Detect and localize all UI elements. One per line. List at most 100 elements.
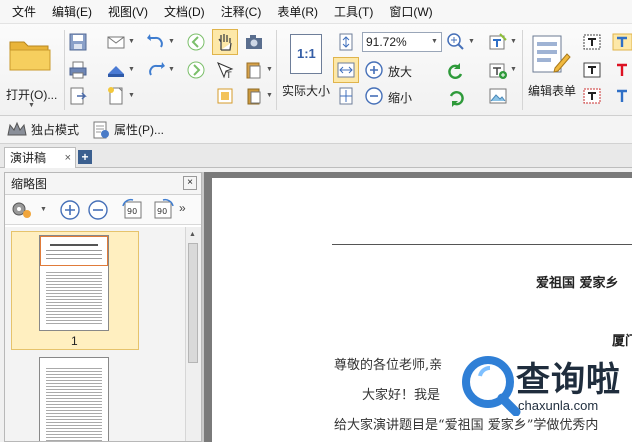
crop-icon[interactable] — [215, 86, 235, 106]
scroll-thumb[interactable] — [188, 243, 198, 363]
svg-text:90: 90 — [127, 207, 137, 216]
rotate-right-90-icon[interactable]: 90 — [151, 198, 175, 222]
rotate-left-90-icon[interactable]: 90 — [121, 198, 145, 222]
email-icon[interactable] — [106, 32, 126, 52]
document-subtitle: 厦门 — [612, 334, 632, 349]
chevron-down-icon[interactable]: ▼ — [128, 92, 135, 99]
fit-page-icon[interactable] — [336, 32, 356, 52]
pane-header: 缩略图 × — [5, 173, 201, 195]
edit-form-label: 编辑表单 — [528, 84, 577, 98]
svg-text:T: T — [225, 71, 232, 80]
properties-label: 属性(P)... — [114, 123, 165, 137]
zoom-out-button[interactable]: 缩小 — [362, 86, 422, 108]
rotate-right-icon[interactable] — [446, 88, 466, 108]
properties-icon — [93, 121, 110, 138]
fit-visible-icon[interactable] — [336, 86, 356, 106]
menu-tools[interactable]: 工具(T) — [328, 0, 379, 24]
chevron-down-icon[interactable]: ▼ — [128, 66, 135, 73]
text-field-icon[interactable] — [582, 32, 602, 52]
options-gear-icon[interactable] — [9, 199, 33, 221]
zoom-combobox[interactable]: 91.72% ▼ — [362, 32, 442, 52]
text-box-icon[interactable] — [582, 60, 602, 80]
chevron-down-icon[interactable]: ▼ — [431, 38, 438, 45]
callout-icon[interactable] — [582, 86, 602, 106]
text-edit-icon[interactable] — [488, 32, 508, 52]
open-label: 打开(O)... — [6, 88, 58, 102]
new-document-icon[interactable] — [106, 86, 126, 106]
vertical-scrollbar[interactable]: ▲ — [185, 227, 201, 441]
menu-form[interactable]: 表单(R) — [271, 0, 324, 24]
rotate-left-icon[interactable] — [446, 62, 466, 82]
menu-view[interactable]: 视图(V) — [102, 0, 154, 24]
tab-document[interactable]: 演讲稿 × — [4, 147, 76, 168]
crown-icon — [7, 121, 27, 135]
zoom-in-icon[interactable] — [59, 199, 81, 221]
previous-view-icon[interactable] — [186, 32, 206, 52]
fit-width-icon — [337, 62, 355, 78]
chevron-down-icon[interactable]: ▼ — [40, 206, 47, 213]
image-icon[interactable] — [488, 86, 508, 106]
header-rule — [332, 244, 632, 245]
zoom-in-button[interactable]: 放大 — [362, 60, 422, 82]
zoom-in-label: 放大 — [388, 65, 413, 79]
select-text-icon[interactable]: T — [215, 60, 235, 80]
actual-size-button[interactable]: 1:1 实际大小 — [282, 30, 332, 110]
chevron-down-icon[interactable]: ▼ — [510, 38, 517, 45]
chevron-down-icon[interactable]: ▼ — [266, 66, 273, 73]
actual-size-icon: 1:1 — [290, 34, 322, 74]
typewriter-icon[interactable] — [612, 32, 632, 52]
more-chevron-icon[interactable]: » — [179, 201, 186, 215]
svg-text:90: 90 — [157, 207, 167, 216]
menu-edit[interactable]: 编辑(E) — [46, 0, 98, 24]
add-object-icon[interactable] — [488, 60, 508, 80]
exclusive-mode-button[interactable]: 独占模式 — [6, 121, 79, 139]
divider — [522, 30, 523, 110]
quick-access-bar: 独占模式 属性(P)... — [0, 116, 632, 144]
page-number: 1 — [71, 334, 78, 348]
divider — [64, 30, 65, 110]
text-tool-icon[interactable] — [612, 60, 632, 80]
undo-icon[interactable] — [146, 32, 166, 52]
document-title: 爱祖国 爱家乡 — [536, 276, 619, 291]
chevron-down-icon[interactable]: ▼ — [468, 38, 475, 45]
exclusive-mode-label: 独占模式 — [31, 123, 80, 137]
document-text-line: 尊敬的各位老师,亲 — [334, 358, 443, 373]
next-view-icon[interactable] — [186, 60, 206, 80]
page-thumbnail[interactable] — [39, 357, 109, 441]
snapshot-icon[interactable] — [244, 32, 264, 52]
hand-icon — [218, 34, 232, 51]
clipboard-icon[interactable] — [244, 60, 264, 80]
font-icon[interactable] — [612, 86, 632, 106]
paste-icon[interactable] — [244, 86, 264, 106]
folder-icon — [9, 41, 51, 71]
search-logo-icon — [462, 356, 521, 416]
pane-title: 缩略图 — [11, 177, 48, 191]
chevron-down-icon[interactable]: ▼ — [266, 92, 273, 99]
zoom-out-icon[interactable] — [87, 199, 109, 221]
scan-icon[interactable] — [106, 60, 126, 80]
save-icon[interactable] — [68, 32, 88, 52]
close-icon[interactable]: × — [183, 176, 197, 190]
menu-comment[interactable]: 注释(C) — [215, 0, 268, 24]
open-button[interactable]: 打开(O)... ▼ — [4, 30, 60, 109]
convert-icon[interactable] — [68, 86, 88, 106]
document-text-line: 大家好！我是 — [362, 388, 441, 403]
menu-document[interactable]: 文档(D) — [158, 0, 211, 24]
magnifier-icon[interactable] — [446, 32, 466, 52]
add-tab-button[interactable]: + — [78, 150, 92, 164]
page-thumbnail[interactable] — [39, 235, 109, 331]
menu-file[interactable]: 文件 — [6, 0, 42, 24]
chevron-down-icon[interactable]: ▼ — [168, 66, 175, 73]
ribbon-toolbar: 打开(O)... ▼ ▼ ▼ ▼ ▼ ▼ T ▼ ▼ 1:1 实际大小 91.7… — [0, 24, 632, 116]
edit-form-button[interactable]: 编辑表单 — [526, 30, 578, 110]
properties-button[interactable]: 属性(P)... — [91, 120, 164, 140]
chevron-down-icon[interactable]: ▼ — [128, 38, 135, 45]
redo-icon[interactable] — [146, 60, 166, 80]
chevron-down-icon[interactable]: ▼ — [510, 66, 517, 73]
close-icon[interactable]: × — [65, 148, 71, 168]
chevron-down-icon[interactable]: ▼ — [168, 38, 175, 45]
menu-window[interactable]: 窗口(W) — [383, 0, 438, 24]
print-icon[interactable] — [68, 60, 88, 80]
logo-url-text: chaxunla.com — [518, 398, 599, 413]
logo-brand-text: 查询啦 — [516, 361, 621, 399]
